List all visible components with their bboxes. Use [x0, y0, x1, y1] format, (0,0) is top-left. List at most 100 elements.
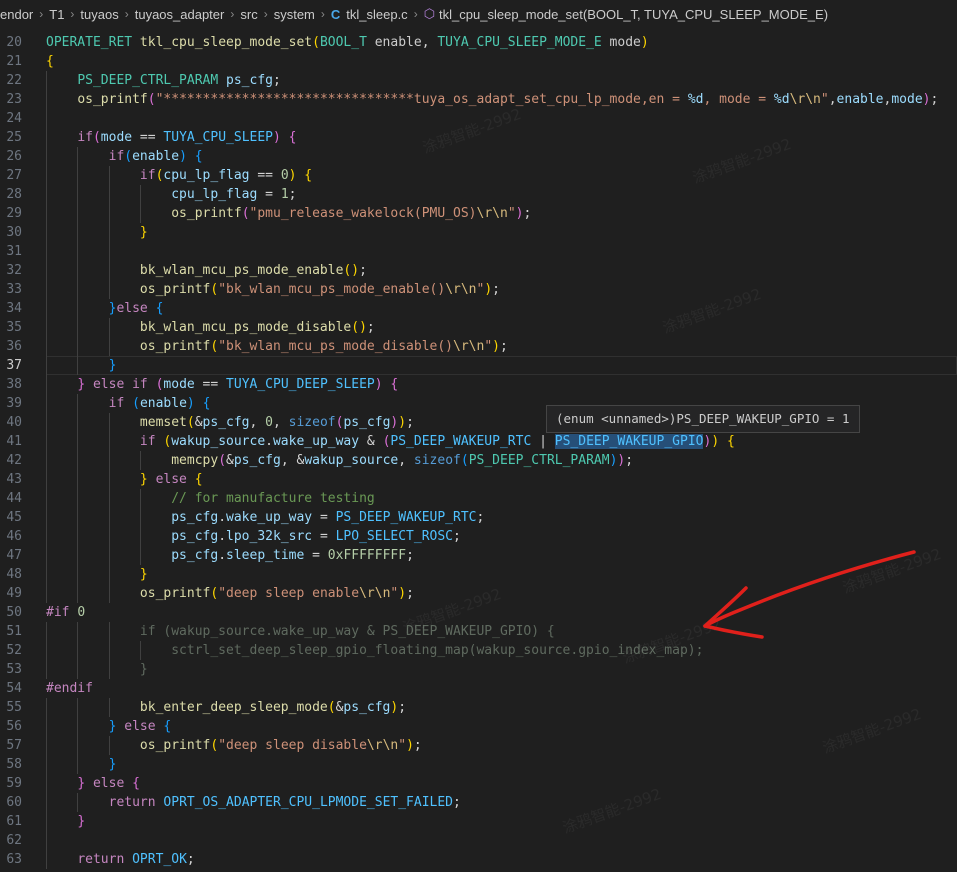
code-line[interactable]: 20 OPERATE_RET tkl_cpu_sleep_mode_set(BOO… — [0, 33, 957, 52]
code-token: wakup_source — [304, 453, 399, 468]
code-text: OPERATE_RET tkl_cpu_sleep_mode_set(BOOL_… — [46, 33, 649, 52]
breadcrumb-item-t1[interactable]: T1 › — [49, 7, 80, 22]
code-token: enable — [139, 396, 187, 411]
code-line[interactable]: 62 — [0, 831, 957, 850]
code-token: os_printf — [139, 282, 211, 297]
code-line[interactable]: 46 ps_cfg.lpo_32k_src = LPO_SELECT_ROSC; — [0, 527, 957, 546]
code-line[interactable]: 56 } else { — [0, 717, 957, 736]
code-token: PS_DEEP_CTRL_PARAM — [468, 453, 610, 468]
code-line[interactable]: 36 os_printf("bk_wlan_mcu_ps_mode_disabl… — [0, 337, 957, 356]
code-token: ; — [523, 206, 532, 221]
line-number: 62 — [6, 833, 22, 848]
code-line[interactable]: 55 bk_enter_deep_sleep_mode(&ps_cfg); — [0, 698, 957, 717]
code-line[interactable]: 37 } — [0, 356, 957, 375]
code-line[interactable]: 59 } else { — [0, 774, 957, 793]
code-line[interactable]: 33 os_printf("bk_wlan_mcu_ps_mode_enable… — [0, 280, 957, 299]
code-line[interactable]: 29 os_printf("pmu_release_wakelock(PMU_O… — [0, 204, 957, 223]
code-line[interactable]: 28 cpu_lp_flag = 1; — [0, 185, 957, 204]
code-line[interactable]: 22 PS_DEEP_CTRL_PARAM ps_cfg; — [0, 71, 957, 90]
code-line[interactable]: 34 }else { — [0, 299, 957, 318]
code-token: // for manufacture testing — [171, 491, 375, 506]
code-line[interactable]: 44 // for manufacture testing — [0, 489, 957, 508]
code-token: memset — [139, 415, 187, 430]
code-line[interactable]: 61 } — [0, 812, 957, 831]
code-token: ) — [351, 263, 360, 278]
code-token: sizeof — [413, 453, 461, 468]
hover-tooltip: (enum <unnamed>)PS_DEEP_WAKEUP_GPIO = 1 — [546, 405, 860, 433]
code-token: { — [46, 54, 54, 69]
code-line[interactable]: 43 } else { — [0, 470, 957, 489]
code-line[interactable]: 30 } — [0, 223, 957, 242]
code-token: } — [139, 225, 148, 240]
chevron-right-icon: › — [263, 7, 268, 21]
code-line[interactable]: 51 if (wakup_source.wake_up_way & PS_DEE… — [0, 622, 957, 641]
code-token: "deep sleep enable — [218, 586, 360, 601]
code-line[interactable]: 42 memcpy(&ps_cfg, &wakup_source, sizeof… — [0, 451, 957, 470]
code-line[interactable]: 53 } — [0, 660, 957, 679]
breadcrumb-item-function[interactable]: ⬡ tkl_cpu_sleep_mode_set(BOOL_T, TUYA_CPU… — [424, 6, 828, 22]
code-line[interactable]: 52 sctrl_set_deep_sleep_gpio_floating_ma… — [0, 641, 957, 660]
code-text: if (enable) { — [46, 394, 211, 413]
line-number: 46 — [6, 529, 22, 544]
code-line[interactable]: 35 bk_wlan_mcu_ps_mode_disable(); — [0, 318, 957, 337]
breadcrumb: endor › T1 › tuyaos › tuyaos_adapter › src › … — [0, 0, 957, 28]
code-token: ( — [218, 453, 227, 468]
code-line[interactable]: 23 os_printf("**************************… — [0, 90, 957, 109]
code-token: else — [85, 377, 133, 392]
code-line[interactable]: 38 } else if (mode == TUYA_CPU_DEEP_SLEE… — [0, 375, 957, 394]
code-line[interactable]: 47 ps_cfg.sleep_time = 0xFFFFFFFF; — [0, 546, 957, 565]
breadcrumb-item-file[interactable]: Ctkl_sleep.c › — [331, 7, 424, 22]
code-token: if — [139, 434, 156, 449]
code-token: == — [194, 377, 227, 392]
code-token: \r\n — [453, 339, 485, 354]
line-number: 61 — [6, 814, 22, 829]
code-line[interactable]: 57 os_printf("deep sleep disable\r\n"); — [0, 736, 957, 755]
code-token: ( — [186, 415, 195, 430]
code-text: { — [46, 52, 54, 71]
breadcrumb-item-src[interactable]: src › — [240, 7, 273, 22]
code-token: ) — [406, 738, 414, 753]
code-text: } — [46, 223, 148, 242]
code-token: ; — [930, 92, 939, 107]
code-line[interactable]: 21 { — [0, 52, 957, 71]
code-token: } — [108, 358, 117, 373]
code-token: \r\n — [366, 738, 399, 753]
breadcrumb-item-tuyaos-adapter[interactable]: tuyaos_adapter › — [135, 7, 241, 22]
code-token: = — [304, 548, 328, 563]
line-number: 26 — [6, 149, 22, 164]
breadcrumb-item-tuyaos[interactable]: tuyaos › — [80, 7, 134, 22]
code-token: mode — [891, 92, 923, 107]
code-editor[interactable]: 1920OPERATE_RET tkl_cpu_sleep_mode_set(B… — [0, 28, 957, 872]
code-line[interactable]: 41 if (wakup_source.wake_up_way & (PS_DE… — [0, 432, 957, 451]
breadcrumb-item-vendor[interactable]: endor › — [0, 7, 49, 22]
code-token: PS_DEEP_WAKEUP_RTC — [390, 434, 532, 449]
code-line[interactable]: 63 return OPRT_OK; — [0, 850, 957, 869]
code-token: " — [398, 738, 407, 753]
code-line[interactable]: 27 if(cpu_lp_flag == 0) { — [0, 166, 957, 185]
breadcrumb-item-system[interactable]: system › — [274, 7, 331, 22]
code-text: bk_wlan_mcu_ps_mode_enable(); — [46, 261, 367, 280]
line-number: 30 — [6, 225, 22, 240]
chevron-right-icon: › — [70, 7, 75, 21]
indent-guide — [46, 242, 47, 261]
code-token: ( — [351, 320, 360, 335]
code-line[interactable]: 48 } — [0, 565, 957, 584]
code-line[interactable]: 31 — [0, 242, 957, 261]
code-line[interactable]: 58 } — [0, 755, 957, 774]
code-token: ; — [406, 415, 414, 430]
code-line[interactable]: 54 #endif — [0, 679, 957, 698]
code-line[interactable]: 32 bk_wlan_mcu_ps_mode_enable(); — [0, 261, 957, 280]
line-number: 23 — [6, 92, 22, 107]
code-line[interactable]: 26 if(enable) { — [0, 147, 957, 166]
code-line[interactable]: 45 ps_cfg.wake_up_way = PS_DEEP_WAKEUP_R… — [0, 508, 957, 527]
code-line[interactable]: 60 return OPRT_OS_ADAPTER_CPU_LPMODE_SET… — [0, 793, 957, 812]
